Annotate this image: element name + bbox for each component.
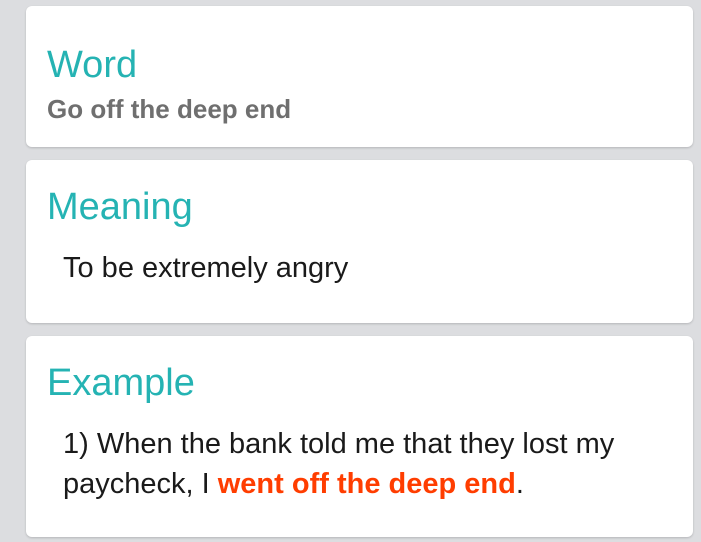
example-card: Example 1) When the bank told me that th… bbox=[26, 336, 693, 537]
meaning-card: Meaning To be extremely angry bbox=[26, 160, 693, 323]
example-sentence-suffix: . bbox=[515, 468, 524, 500]
example-sentence: 1) When the bank told me that they lost … bbox=[63, 424, 663, 504]
word-text: Go off the deep end bbox=[47, 94, 292, 124]
meaning-card-title: Meaning bbox=[47, 186, 193, 228]
word-card: Word Go off the deep end bbox=[26, 6, 693, 147]
word-card-title: Word bbox=[47, 44, 138, 86]
meaning-text: To be extremely angry bbox=[63, 252, 349, 284]
example-card-title: Example bbox=[47, 362, 195, 404]
example-highlight: went off the deep end bbox=[217, 468, 516, 500]
